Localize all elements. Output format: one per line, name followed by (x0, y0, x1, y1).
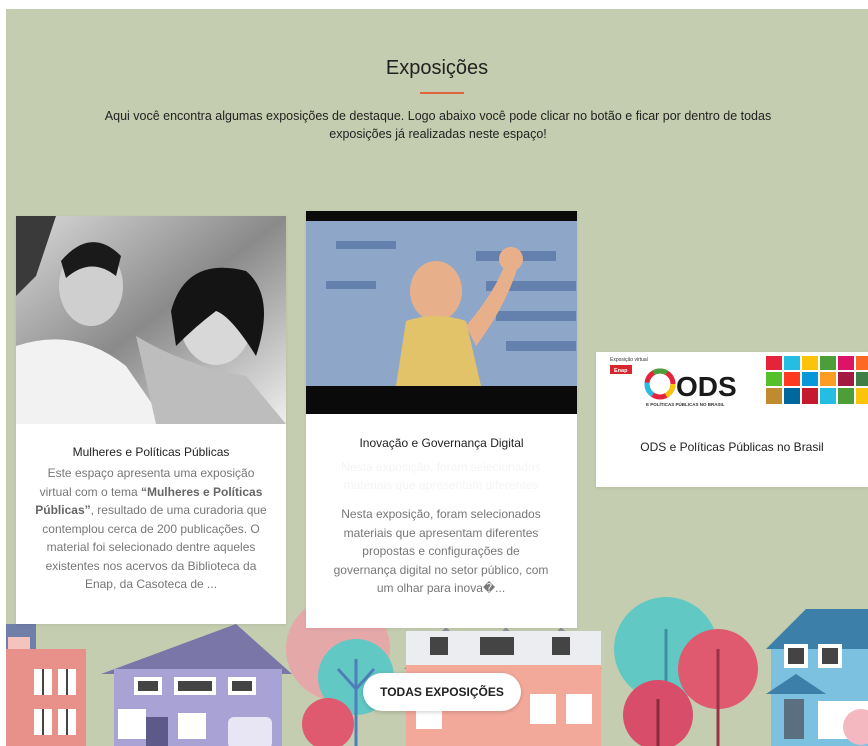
card-image-mulheres[interactable] (16, 216, 286, 424)
exhibition-card-inovacao[interactable]: Inovação e Governança Digital Nesta expo… (306, 211, 577, 628)
card-image-inovacao[interactable] (306, 211, 577, 414)
building-right (766, 609, 868, 746)
card-title-mulheres[interactable]: Mulheres e Políticas Públicas (16, 445, 286, 459)
card-description-inovacao: Nesta exposição, foram selecionados mate… (333, 507, 549, 595)
card-ghost-text: Nesta exposição, foram selecionados mate… (341, 460, 541, 492)
photo-speaker-image (306, 211, 577, 414)
exhibitions-section: Exposições Aqui você encontra algumas ex… (6, 9, 868, 746)
building-purple (101, 624, 292, 746)
building-left (6, 624, 86, 746)
banner-subtitle: E POLÍTICAS PÚBLICAS NO BRASIL (646, 400, 725, 407)
card-title-inovacao[interactable]: Inovação e Governança Digital (306, 436, 577, 450)
all-exhibitions-button[interactable]: TODAS EXPOSIÇÕES (363, 673, 521, 711)
photo-couple-image (16, 216, 286, 424)
card-description-mulheres: Este espaço apresenta uma exposição virt… (30, 464, 272, 594)
card-title-ods[interactable]: ODS e Políticas Públicas no Brasil (596, 440, 868, 454)
ods-logo-text: ODS (676, 371, 737, 402)
puzzle-pieces-icon (766, 356, 868, 404)
exhibition-card-ods[interactable]: Exposição virtual Enap ODS E POLÍTICAS P… (596, 352, 868, 487)
card-image-ods[interactable]: Exposição virtual Enap ODS E POLÍTICAS P… (596, 352, 868, 410)
exhibition-card-mulheres[interactable]: Mulheres e Políticas Públicas Este espaç… (16, 216, 286, 624)
enap-logo: Enap (614, 368, 628, 374)
banner-small-label: Exposição virtual (610, 357, 648, 363)
trees-right (614, 597, 758, 746)
ods-banner-image: Exposição virtual Enap ODS E POLÍTICAS P… (596, 352, 868, 410)
